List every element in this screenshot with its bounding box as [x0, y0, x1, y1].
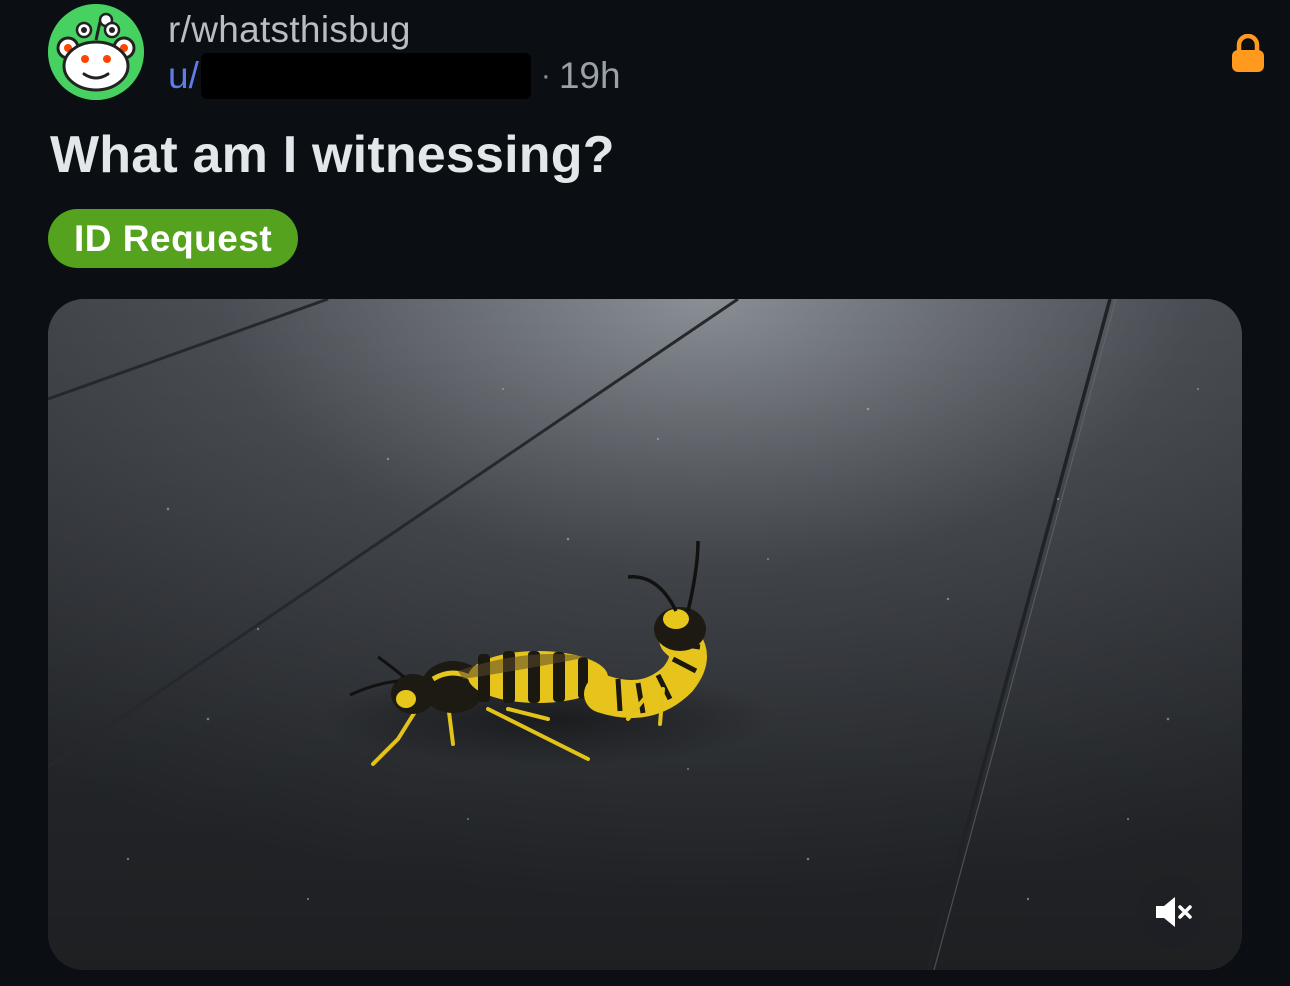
post-age: 19h [558, 55, 621, 96]
lock-icon [1230, 33, 1266, 72]
post-title[interactable]: What am I witnessing? [50, 124, 615, 186]
author-link[interactable]: u/ [168, 54, 199, 98]
mute-toggle-button[interactable] [1137, 876, 1209, 948]
post-view: r/whatsthisbug u/ · 19h What am I witnes… [0, 0, 1290, 986]
post-meta: u/ · 19h [168, 53, 621, 99]
meta-separator: · [540, 59, 551, 92]
redacted-username [200, 53, 531, 99]
video-player[interactable] [48, 299, 1242, 970]
volume-muted-icon [1156, 897, 1192, 927]
video-frame [48, 299, 1242, 970]
post-flair[interactable]: ID Request [48, 209, 299, 268]
community-name[interactable]: r/whatsthisbug [168, 8, 411, 52]
community-avatar-icon[interactable] [48, 4, 144, 100]
